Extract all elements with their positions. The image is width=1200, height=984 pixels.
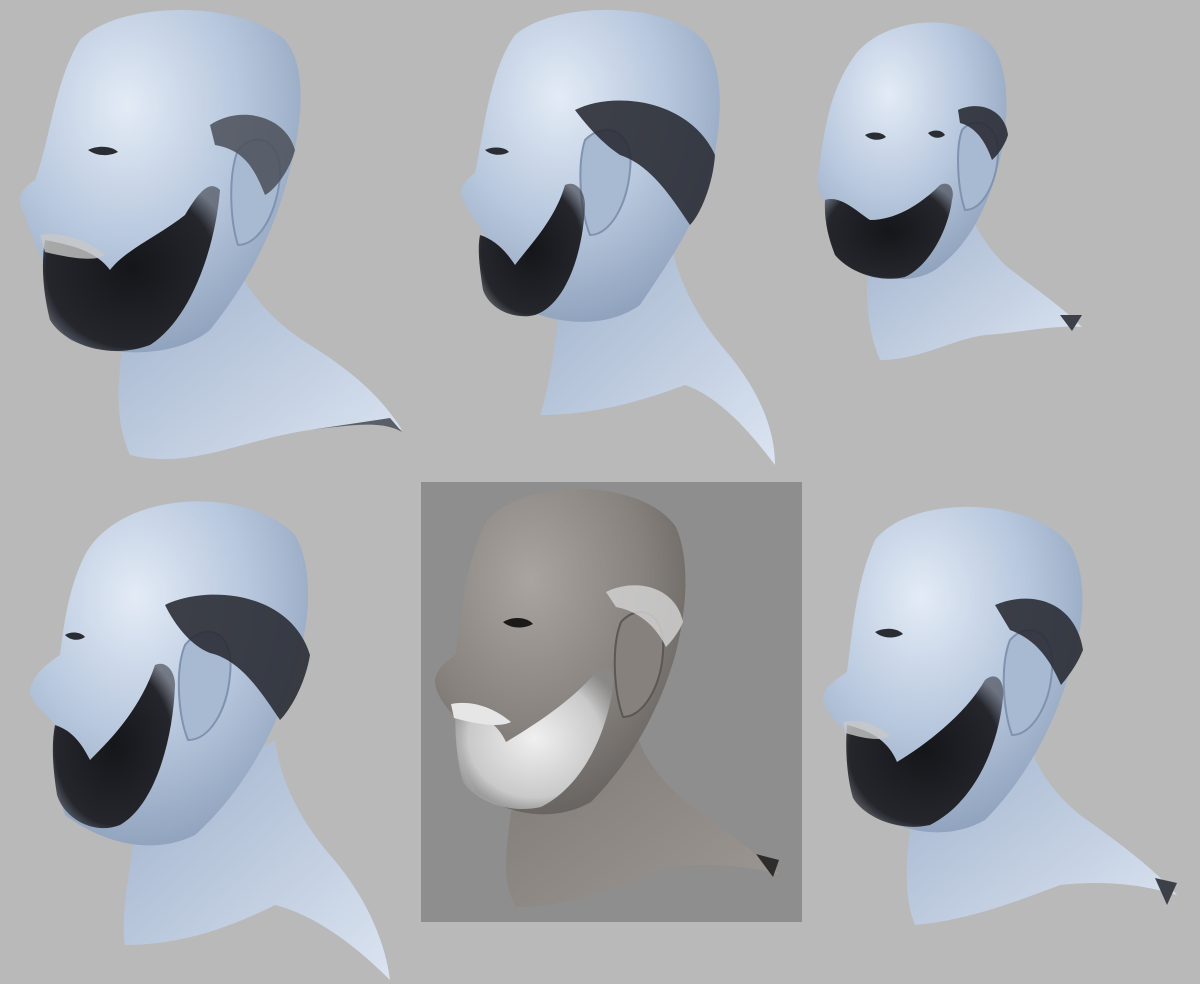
render-bottom-center	[435, 488, 779, 907]
render-bottom-right	[823, 506, 1177, 925]
render-top-right	[817, 22, 1082, 360]
render-bottom-left	[30, 501, 391, 980]
render-sheet	[0, 0, 1200, 984]
render-top-center	[460, 9, 775, 465]
render-top-left	[19, 10, 402, 460]
